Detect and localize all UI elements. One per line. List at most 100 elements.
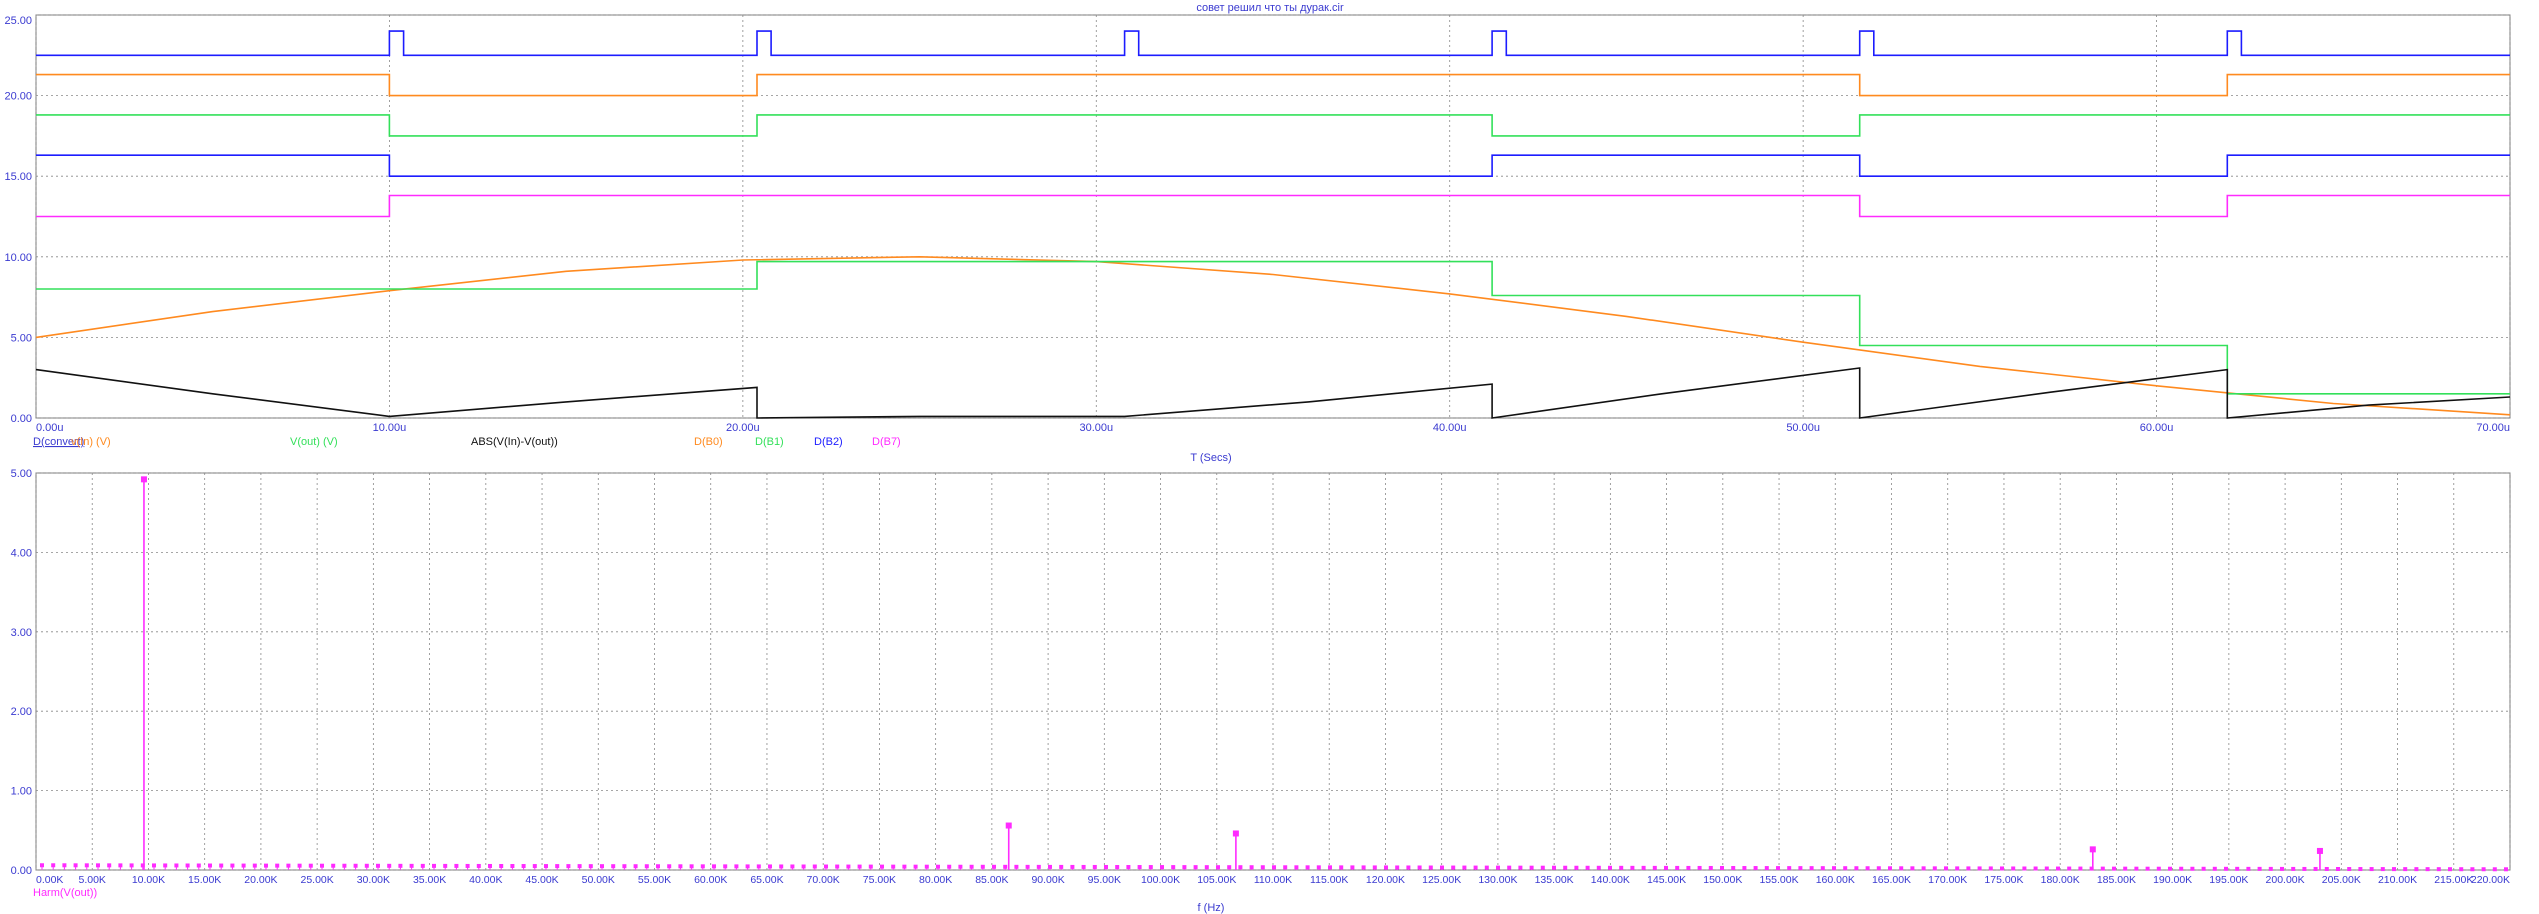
x-tick-label: 45.00K — [525, 874, 558, 886]
series-line-d-b7 — [36, 194, 2510, 218]
x-tick-label: 185.00K — [2097, 874, 2136, 886]
x-tick-label: 110.00K — [1254, 874, 1292, 886]
x-tick-label: 95.00K — [1088, 874, 1121, 886]
legend-item: D(B7) — [872, 436, 901, 448]
x-tick-label: 105.00K — [1197, 874, 1236, 886]
y-tick-label: 10.00 — [4, 252, 32, 264]
x-tick-label: 50.00u — [1786, 422, 1820, 434]
y-tick-label: 15.00 — [4, 171, 32, 183]
harmonics-stems — [140, 476, 2323, 870]
harmonics-x-axis-label: f (Hz) — [1198, 902, 1225, 914]
x-tick-label: 55.00K — [638, 874, 671, 886]
x-tick-label: 0.00u — [36, 422, 64, 434]
x-tick-label: 130.00K — [1478, 874, 1517, 886]
x-tick-label: 210.00K — [2378, 874, 2417, 886]
y-tick-label: 3.00 — [11, 627, 32, 639]
legend-item: D(B1) — [755, 436, 784, 448]
series-line-v-out-v — [36, 260, 2510, 395]
x-tick-label: 215.00K — [2434, 874, 2473, 886]
harmonic-marker — [2316, 847, 2323, 854]
x-tick-label: 10.00K — [132, 874, 165, 886]
x-tick-label: 30.00K — [357, 874, 390, 886]
x-tick-label: 145.00K — [1647, 874, 1686, 886]
legend-item: D(B0) — [694, 436, 723, 448]
transient-plot-panel: 0.00 5.00 10.00 15.00 20.00 25.00 0.00u 10.00u… — [4, 14, 2511, 464]
x-tick-label: 170.00K — [1928, 874, 1967, 886]
x-tick-label: 190.00K — [2153, 874, 2192, 886]
y-tick-label: 25.00 — [4, 15, 32, 27]
x-tick-label: 200.00K — [2266, 874, 2305, 886]
x-tick-label: 10.00u — [373, 422, 407, 434]
x-tick-label: 140.00K — [1591, 874, 1630, 886]
x-tick-label: 115.00K — [1310, 874, 1348, 886]
x-tick-label: 20.00K — [244, 874, 277, 886]
x-tick-label: 0.00K — [36, 874, 63, 886]
harmonic-marker — [140, 476, 147, 483]
y-tick-label: 0.00 — [11, 865, 32, 877]
series-line-d-b1 — [36, 114, 2510, 137]
x-tick-label: 90.00K — [1031, 874, 1064, 886]
transient-y-axis: 0.00 5.00 10.00 15.00 20.00 25.00 — [4, 15, 32, 425]
x-tick-label: 85.00K — [975, 874, 1008, 886]
x-tick-label: 80.00K — [919, 874, 952, 886]
harmonic-marker — [2089, 846, 2096, 853]
y-tick-label: 1.00 — [11, 786, 32, 798]
y-tick-label: 2.00 — [11, 706, 32, 718]
x-tick-label: 100.00K — [1141, 874, 1180, 886]
x-tick-label: 35.00K — [413, 874, 446, 886]
y-tick-label: 5.00 — [11, 468, 32, 480]
x-tick-label: 15.00K — [188, 874, 221, 886]
x-tick-label: 65.00K — [750, 874, 783, 886]
series-line-d-b0 — [36, 73, 2510, 97]
x-tick-label: 165.00K — [1872, 874, 1911, 886]
transient-x-axis-label: T (Secs) — [1190, 452, 1231, 464]
x-tick-label: 5.00K — [79, 874, 106, 886]
legend-item: V(out) (V) — [290, 436, 338, 448]
x-tick-label: 120.00K — [1366, 874, 1405, 886]
x-tick-label: 160.00K — [1816, 874, 1855, 886]
x-tick-label: 50.00K — [582, 874, 615, 886]
harmonics-plot-frame — [35, 472, 2511, 871]
y-tick-label: 5.00 — [11, 332, 32, 344]
chart-title: совет решил что ты дурак.cir — [1196, 2, 1344, 14]
x-tick-label: 60.00K — [694, 874, 727, 886]
x-tick-label: 40.00u — [1433, 422, 1467, 434]
harmonic-marker — [1005, 822, 1012, 829]
legend-item: ABS(V(In)-V(out)) — [471, 436, 558, 448]
x-tick-label: 75.00K — [863, 874, 896, 886]
x-tick-label: 180.00K — [2041, 874, 2080, 886]
x-tick-label: 175.00K — [1984, 874, 2023, 886]
series-line-d-b2 — [36, 154, 2510, 177]
transient-x-axis: 0.00u 10.00u 20.00u 30.00u 40.00u 50.00u 60.00… — [36, 422, 2510, 434]
x-tick-label: 70.00K — [807, 874, 840, 886]
x-tick-label: 150.00K — [1703, 874, 1742, 886]
x-tick-label: 205.00K — [2322, 874, 2361, 886]
y-tick-label: 4.00 — [11, 547, 32, 559]
x-tick-label: 60.00u — [2140, 422, 2174, 434]
x-tick-label: 220.00K — [2471, 874, 2510, 886]
x-tick-label: 155.00K — [1759, 874, 1798, 886]
plot-canvas: совет решил что ты дурак.cir 0.00 5.00 10.… — [4, 2, 2511, 914]
y-tick-label: 20.00 — [4, 91, 32, 103]
x-tick-label: 70.00u — [2476, 422, 2510, 434]
x-tick-label: 30.00u — [1079, 422, 1113, 434]
legend-item: v(In) (V) — [71, 436, 111, 448]
legend-item: Harm(V(out)) — [33, 887, 97, 899]
harmonics-y-axis: 0.00 1.00 2.00 3.00 4.00 5.00 — [11, 468, 32, 877]
harmonics-legend: Harm(V(out)) — [33, 887, 97, 899]
legend-item: D(B2) — [814, 436, 843, 448]
transient-legend: D(convert)v(In) (V) V(out) (V) ABS(V(In)-V… — [33, 436, 901, 448]
harmonic-marker — [1232, 830, 1239, 837]
harmonics-plot-panel: 0.00 1.00 2.00 3.00 4.00 5.00 0.00K 5.00K 10.00… — [11, 468, 2511, 914]
x-tick-label: 135.00K — [1535, 874, 1574, 886]
x-tick-label: 25.00K — [300, 874, 333, 886]
transient-traces — [35, 30, 2511, 419]
harmonics-x-axis: 0.00K 5.00K 10.00K 15.00K 20.00K 25.00K 30.00K… — [36, 874, 2510, 886]
harmonics-grid — [35, 472, 2511, 871]
x-tick-label: 195.00K — [2209, 874, 2248, 886]
x-tick-label: 125.00K — [1422, 874, 1461, 886]
y-tick-label: 0.00 — [11, 413, 32, 425]
series-line-abs-v-in-v-out — [35, 367, 2511, 419]
x-tick-label: 40.00K — [469, 874, 502, 886]
series-line-v-in-v — [35, 255, 2511, 416]
